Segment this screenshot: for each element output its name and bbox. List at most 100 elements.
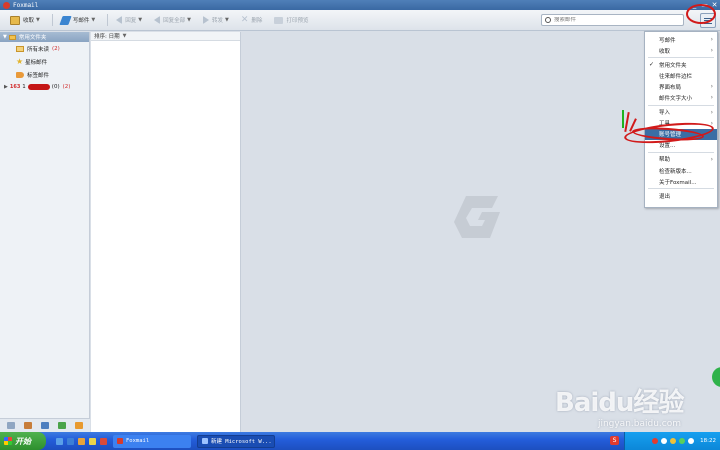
window-controls: _ ▭ ✕	[691, 0, 718, 10]
clock[interactable]: 18:22	[700, 438, 716, 444]
delete-button[interactable]: ✕ 删除	[237, 13, 267, 28]
tag-icon	[16, 71, 24, 78]
menu-item[interactable]: ✓ 常用文件夹	[645, 59, 717, 70]
tray-icon[interactable]	[661, 438, 668, 444]
reply-all-button[interactable]: 回复全部 ▼	[150, 13, 195, 28]
contacts-icon[interactable]	[24, 422, 33, 429]
chevron-down-icon[interactable]: ▼	[138, 17, 142, 23]
sort-label: 排序: 日期	[94, 34, 120, 40]
messenger-icon[interactable]	[89, 437, 96, 445]
app-icon[interactable]	[100, 437, 107, 445]
minimize-button[interactable]: _	[691, 0, 698, 10]
window-title: Foxmail	[13, 1, 39, 9]
menu-item[interactable]: 邮件文字大小 ›	[645, 92, 717, 103]
chevron-right-icon: ›	[710, 47, 713, 55]
menu-item[interactable]: 写邮件 ›	[645, 34, 717, 45]
menu-item-label: 收取	[659, 48, 671, 55]
sidebar-bottom-bar	[0, 418, 90, 432]
toolbar-divider	[51, 14, 53, 26]
common-folders-header[interactable]: ▼ 常用文件夹	[0, 32, 89, 42]
folder-icon	[16, 45, 24, 52]
chevron-right-icon[interactable]: ▶	[4, 84, 8, 90]
menu-item[interactable]: 检查新版本...	[645, 165, 717, 176]
forward-label: 转发	[212, 18, 224, 24]
sort-selector[interactable]: 排序: 日期 ▼	[91, 32, 240, 41]
receive-button[interactable]: 收取 ▼	[6, 13, 44, 28]
star-icon: ★	[16, 56, 24, 66]
folder-sidebar: ▼ 常用文件夹 所有未读 (2) ★ 星标邮件 标签邮件 ▶ 163 1 (0)…	[0, 32, 90, 432]
printer-icon	[274, 16, 284, 24]
search-icon	[545, 17, 551, 23]
tray-icon[interactable]	[652, 438, 659, 444]
chevron-down-icon[interactable]: ▼	[187, 17, 191, 23]
main-menu-button[interactable]	[700, 13, 716, 28]
tray-icon[interactable]	[670, 438, 677, 444]
menu-item[interactable]: 关于Foxmail...	[645, 176, 717, 187]
menu-item[interactable]: 界面布局 ›	[645, 81, 717, 92]
menu-item[interactable]: 工具 ›	[645, 118, 717, 129]
menu-item[interactable]: 收取 ›	[645, 45, 717, 56]
menu-item[interactable]: 退出	[645, 190, 717, 201]
ime-indicator-icon[interactable]: S	[610, 436, 619, 445]
menu-item-label: 工具	[659, 121, 671, 128]
calendar-icon[interactable]	[40, 422, 49, 429]
menu-item-label: 设置...	[659, 143, 676, 150]
check-icon: ✓	[649, 61, 655, 69]
rss-icon[interactable]	[74, 422, 83, 429]
chevron-down-icon[interactable]: ▼	[91, 17, 95, 23]
chevron-right-icon: ›	[710, 108, 713, 116]
chevron-down-icon[interactable]: ▼	[225, 17, 229, 23]
foxmail-watermark-logo-icon	[454, 196, 500, 238]
quick-launch	[56, 437, 107, 445]
windows-flag-icon	[4, 437, 12, 445]
system-tray: 18:22	[624, 432, 720, 450]
menu-item-label: 写邮件	[659, 37, 676, 44]
sidebar-item-tagged[interactable]: 标签邮件	[0, 68, 89, 81]
print-preview-label: 打印预览	[286, 18, 309, 24]
menu-separator	[648, 151, 714, 153]
task-foxmail[interactable]: Foxmail	[113, 434, 191, 448]
notes-icon[interactable]	[57, 422, 66, 429]
sidebar-item-starred[interactable]: ★ 星标邮件	[0, 55, 89, 68]
search-box	[541, 14, 684, 26]
menu-item[interactable]: 往来邮件边栏	[645, 70, 717, 81]
foxmail-logo-icon	[3, 1, 10, 9]
chevron-down-icon[interactable]: ▼	[36, 17, 40, 23]
chevron-right-icon: ›	[710, 119, 713, 127]
reply-button[interactable]: 回复 ▼	[112, 13, 146, 28]
task-word[interactable]: 新建 Microsoft W...	[197, 434, 275, 448]
forward-arrow-icon	[203, 16, 209, 24]
inbox-tray-icon	[10, 15, 20, 25]
menu-item[interactable]: 帮助 ›	[645, 154, 717, 165]
maximize-button[interactable]: ▭	[701, 0, 708, 10]
print-preview-button[interactable]: 打印预览	[270, 13, 312, 28]
menu-item[interactable]: 账号管理	[645, 128, 717, 140]
menu-item[interactable]: 设置...	[645, 140, 717, 151]
foxmail-icon	[117, 438, 123, 444]
search-input[interactable]	[554, 17, 674, 23]
folder-icon[interactable]	[78, 437, 85, 445]
show-desktop-icon[interactable]	[56, 437, 63, 445]
ie-icon[interactable]	[67, 437, 74, 445]
delete-x-icon: ✕	[240, 15, 249, 25]
forward-button[interactable]: 转发 ▼	[199, 13, 233, 28]
toolbar-divider	[107, 14, 109, 26]
menu-line	[704, 17, 712, 19]
sidebar-item-unread[interactable]: 所有未读 (2)	[0, 42, 89, 55]
task-label: 新建 Microsoft W...	[211, 439, 272, 445]
write-button[interactable]: 写邮件 ▼	[57, 13, 99, 28]
volume-icon[interactable]	[688, 438, 695, 444]
sidebar-item-label: 所有未读	[27, 46, 50, 53]
menu-item-label: 退出	[659, 193, 671, 200]
menu-item[interactable]: 导入 ›	[645, 107, 717, 118]
menu-item-label: 关于Foxmail...	[659, 179, 697, 186]
start-button[interactable]: 开始	[0, 432, 46, 450]
main-menu-dropdown: 写邮件 › 收取 › ✓ 常用文件夹 往来邮件边栏 界面布局 › 邮件文字大小 › 导入 › 工具 › 账号管…	[644, 31, 718, 208]
mail-icon[interactable]	[7, 422, 16, 429]
sidebar-account[interactable]: ▶ 163 1 (0) (2)	[0, 81, 89, 93]
chevron-down-icon[interactable]: ▼	[3, 34, 7, 40]
reply-all-arrow-icon	[154, 16, 161, 24]
tray-icon[interactable]	[679, 438, 686, 444]
close-button[interactable]: ✕	[711, 0, 718, 10]
menu-item-label: 界面布局	[659, 84, 682, 91]
